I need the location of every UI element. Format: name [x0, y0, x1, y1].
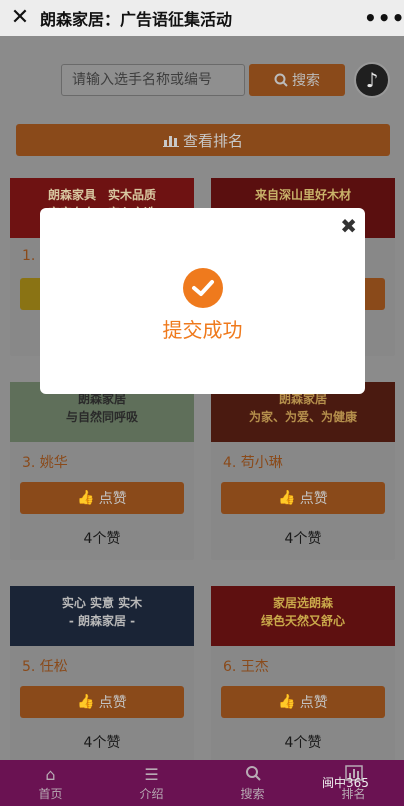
banner-text: 来自深山里好木材: [254, 188, 351, 202]
check-circle-icon: [183, 268, 223, 308]
watermark: 闽中365: [322, 776, 369, 790]
tab-introduction[interactable]: ☰ 介绍: [101, 760, 202, 806]
contestant-name: 5. 任松: [22, 659, 68, 675]
contestant-name: 4. 苟小琳: [223, 455, 283, 471]
contestant-card: 朗森家居 为家、为爱、为健康 4. 苟小琳 👍 点赞 4个赞: [211, 382, 395, 560]
like-button[interactable]: 👍 点赞: [221, 686, 385, 718]
menu-icon: ☰: [144, 764, 159, 784]
thumbs-up-icon: 👍: [278, 490, 296, 506]
search-icon: [274, 73, 288, 87]
contestant-name: 6. 王杰: [223, 659, 269, 675]
view-ranking-label: 查看排名: [182, 131, 243, 150]
search-input[interactable]: [61, 64, 245, 96]
page-title: 朗森家居：广告语征集活动: [40, 10, 233, 29]
contestant-name: 3. 姚华: [22, 455, 68, 471]
close-icon[interactable]: ✕: [0, 0, 40, 36]
bar-chart-icon: [162, 136, 179, 147]
contestant-card: 家居选朗森 绿色天然又舒心 6. 王杰 👍 点赞 4个赞: [211, 586, 395, 764]
page-content: 搜索 ♪ 查看排名 朗森家具 实木品质 实实在在 安心之选 1. 来自深山里好木…: [0, 36, 404, 764]
search-button[interactable]: 搜索: [249, 64, 345, 96]
like-button[interactable]: 👍 点赞: [20, 686, 184, 718]
music-icon[interactable]: ♪: [354, 62, 390, 98]
success-dialog: ✖ 提交成功: [40, 208, 365, 394]
search-icon: [245, 765, 261, 785]
banner-text: 朗森家居 与自然同呼吸: [65, 392, 138, 424]
close-dialog-icon[interactable]: ✖: [340, 214, 357, 238]
thumbs-up-icon: 👍: [77, 694, 95, 710]
card-banner-image: 家居选朗森 绿色天然又舒心: [211, 586, 395, 646]
tab-search[interactable]: 搜索: [202, 760, 303, 806]
like-button-label: 点赞: [98, 695, 127, 711]
tab-label: 介绍: [139, 786, 164, 801]
like-count: 4个赞: [284, 735, 322, 751]
like-count: 4个赞: [83, 531, 121, 547]
banner-text: 实心 实意 实木 - 朗森家居 -: [61, 596, 143, 628]
view-ranking-button[interactable]: 查看排名: [16, 124, 390, 156]
contestant-card: 朗森家居 与自然同呼吸 3. 姚华 👍 点赞 4个赞: [10, 382, 194, 560]
like-button-label: 点赞: [299, 695, 328, 711]
contestant-name: 1.: [22, 248, 36, 264]
success-message: 提交成功: [162, 318, 243, 342]
tab-home[interactable]: ⌂ 首页: [0, 760, 101, 806]
search-row: 搜索 ♪: [0, 62, 404, 98]
like-button[interactable]: 👍 点赞: [20, 482, 184, 514]
top-bar: ✕ 朗森家居：广告语征集活动 •••: [0, 0, 404, 36]
like-button[interactable]: 👍 点赞: [221, 482, 385, 514]
tab-label: 首页: [38, 786, 63, 801]
tab-label: 搜索: [240, 786, 265, 801]
home-icon: ⌂: [45, 764, 56, 784]
like-button-label: 点赞: [98, 491, 127, 507]
contestant-card: 实心 实意 实木 - 朗森家居 - 5. 任松 👍 点赞 4个赞: [10, 586, 194, 764]
like-count: 4个赞: [83, 735, 121, 751]
thumbs-up-icon: 👍: [278, 694, 296, 710]
banner-text: 朗森家居 为家、为爱、为健康: [248, 392, 357, 424]
banner-text: 家居选朗森 绿色天然又舒心: [260, 596, 345, 628]
more-icon[interactable]: •••: [364, 6, 404, 30]
like-button-label: 点赞: [299, 491, 328, 507]
search-button-label: 搜索: [292, 73, 320, 89]
like-count: 4个赞: [284, 531, 322, 547]
card-banner-image: 实心 实意 实木 - 朗森家居 -: [10, 586, 194, 646]
thumbs-up-icon: 👍: [77, 490, 95, 506]
